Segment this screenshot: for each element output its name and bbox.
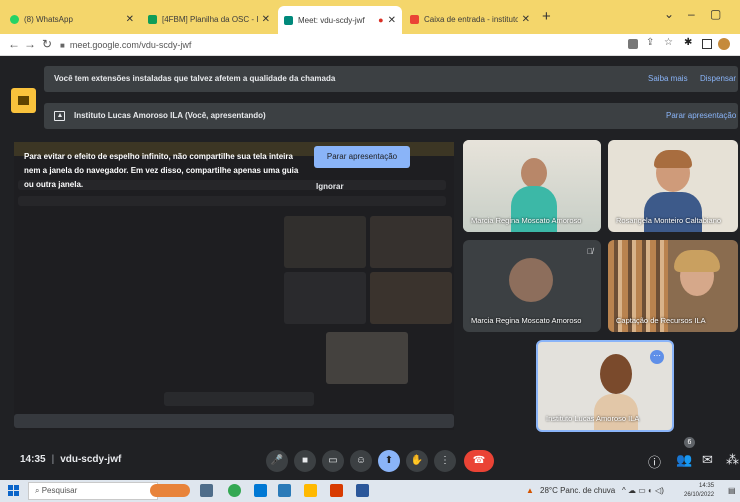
participant-name: Marcia Regina Moscato Amoroso — [471, 316, 582, 325]
extensions-icon[interactable]: ✱ — [684, 37, 692, 48]
people-icon[interactable]: 👥 — [676, 452, 692, 468]
screen: (8) WhatsApp ✕ [4FBM] Planilha da OSC - … — [0, 0, 740, 502]
tab-search-icon[interactable]: ⌄ — [664, 7, 674, 21]
weather-icon: ▲ — [526, 486, 534, 495]
tab-planilha[interactable]: [4FBM] Planilha da OSC - Institu ✕ — [142, 8, 276, 30]
participant-name: Rosangela Monteiro Caltabiano — [616, 216, 722, 225]
raise-hand-button[interactable]: ✋ — [406, 450, 428, 472]
mirror-warning-text: Para evitar o efeito de espelho infinito… — [24, 152, 299, 189]
forward-icon[interactable]: → — [24, 37, 36, 51]
info-icon[interactable]: ⓘ — [648, 452, 661, 471]
ignore-button[interactable]: Ignorar — [316, 182, 344, 191]
participant-body — [511, 186, 557, 232]
system-tray-icons[interactable]: ^ ☁ ▭ ◐ ◁) — [622, 486, 664, 495]
task-view-icon[interactable] — [200, 484, 213, 497]
camera-button[interactable]: ■ — [294, 450, 316, 472]
participant-avatar — [509, 258, 553, 302]
lock-icon: ■ — [60, 41, 65, 50]
taskbar-clock[interactable]: 14:35 26/10/2022 — [684, 482, 714, 500]
back-icon[interactable]: ← — [8, 37, 20, 51]
present-button[interactable]: ⬆ — [378, 450, 400, 472]
chat-icon[interactable]: ✉ — [702, 452, 713, 468]
participant-tile[interactable]: Marcia Regina Moscato Amoroso — [463, 140, 601, 232]
microphone-button[interactable]: 🎤 — [266, 450, 288, 472]
tab-meet[interactable]: Meet: vdu-scdy-jwf ● ✕ — [278, 6, 402, 34]
camera-indicator-icon[interactable] — [628, 39, 638, 49]
leave-call-button[interactable]: ☎ — [464, 450, 494, 472]
participant-body — [594, 394, 638, 430]
participant-name: Marcia Regina Moscato Amoroso — [471, 216, 582, 225]
weather-widget-icon[interactable] — [150, 484, 190, 497]
mic-off-icon: 🎙̸ — [587, 247, 593, 256]
learn-more-link[interactable]: Saiba mais — [648, 66, 688, 92]
gmail-icon — [410, 14, 419, 24]
meeting-details: 14:35 | vdu-scdy-jwf — [20, 454, 122, 465]
present-screen-icon — [54, 111, 65, 121]
sidepanel-icon[interactable] — [702, 39, 712, 49]
weather-status[interactable]: 28°C Panc. de chuva — [540, 486, 615, 495]
meet-icon — [284, 15, 293, 25]
search-icon: ⌕ — [35, 486, 42, 495]
tab-gmail[interactable]: Caixa de entrada - institutoluca ✕ — [404, 8, 536, 30]
activities-icon[interactable]: ⁂ — [726, 452, 739, 468]
participant-tile[interactable]: Rosangela Monteiro Caltabiano — [608, 140, 738, 232]
address-bar[interactable]: ■ meet.google.com/vdu-scdy-jwf — [60, 37, 620, 53]
taskbar-search[interactable]: ⌕ Pesquisar — [28, 482, 158, 500]
more-options-icon[interactable]: ⋯ — [650, 350, 664, 364]
sheets-icon — [148, 14, 157, 24]
participant-name: Instituto Lucas Amoroso ILA — [546, 414, 640, 423]
store-icon[interactable] — [330, 484, 343, 497]
restore-button[interactable]: ▢ — [710, 7, 721, 21]
file-explorer-icon[interactable] — [278, 484, 291, 497]
participant-tile[interactable]: Captação de Recursos ILA — [608, 240, 738, 332]
participant-tile[interactable]: 🎙̸ Marcia Regina Moscato Amoroso — [463, 240, 601, 332]
reload-icon[interactable]: ↻ — [42, 37, 52, 51]
new-tab-button[interactable]: + — [542, 8, 551, 25]
url-text: meet.google.com/vdu-scdy-jwf — [69, 40, 192, 50]
captions-button[interactable]: ▭ — [322, 450, 344, 472]
participant-body — [644, 192, 702, 232]
present-badge[interactable] — [11, 88, 36, 113]
share-icon[interactable]: ⇪ — [646, 37, 654, 48]
meeting-code: vdu-scdy-jwf — [60, 454, 122, 465]
participant-face — [521, 158, 547, 188]
close-icon[interactable]: ✕ — [262, 14, 270, 25]
recording-dot-icon: ● — [378, 15, 384, 25]
windows-taskbar: ⌕ Pesquisar ▲ 28°C Panc. de chuva ^ ☁ ▭ … — [0, 480, 740, 502]
emoji-button[interactable]: ☺ — [350, 450, 372, 472]
meet-call-area: Você tem extensões instaladas que talvez… — [0, 56, 740, 480]
notifications-icon[interactable]: ▤ — [728, 486, 736, 495]
whatsapp-icon — [10, 14, 19, 24]
mail-icon[interactable] — [254, 484, 267, 497]
presenting-banner: Instituto Lucas Amoroso ILA (Você, apres… — [44, 103, 738, 129]
close-icon[interactable]: ✕ — [522, 14, 530, 25]
participant-hair — [674, 250, 720, 272]
windows-start-icon[interactable] — [8, 485, 19, 496]
dismiss-link[interactable]: Dispensar — [700, 66, 736, 92]
more-options-button[interactable]: ⋮ — [434, 450, 456, 472]
star-icon[interactable]: ☆ — [664, 37, 673, 48]
tab-whatsapp[interactable]: (8) WhatsApp ✕ — [4, 8, 140, 30]
close-icon[interactable]: ✕ — [126, 14, 134, 25]
participant-count-badge: 6 — [684, 437, 695, 448]
chrome-icon[interactable] — [228, 484, 241, 497]
participant-name: Captação de Recursos ILA — [616, 316, 706, 325]
word-icon[interactable] — [356, 484, 369, 497]
participant-hair — [654, 150, 692, 168]
browser-tab-strip: (8) WhatsApp ✕ [4FBM] Planilha da OSC - … — [0, 0, 740, 34]
participant-face — [600, 354, 632, 394]
self-view-tile[interactable]: ⋯ Instituto Lucas Amoroso ILA — [536, 340, 674, 432]
close-icon[interactable]: ✕ — [388, 15, 396, 26]
call-time: 14:35 — [20, 454, 46, 465]
stop-presenting-link[interactable]: Parar apresentação — [666, 103, 736, 129]
folder-icon[interactable] — [304, 484, 317, 497]
extension-warning-banner: Você tem extensões instaladas que talvez… — [44, 66, 738, 92]
browser-toolbar: ← → ↻ ■ meet.google.com/vdu-scdy-jwf ⇪ ☆ … — [0, 34, 740, 56]
minimize-button[interactable]: – — [688, 7, 695, 21]
stop-presenting-button[interactable]: Parar apresentação — [314, 146, 410, 168]
call-control-bar: 14:35 | vdu-scdy-jwf 🎤 ■ ▭ ☺ ⬆ ✋ ⋮ ☎ ⓘ 👥 ✉… — [0, 444, 740, 480]
profile-avatar[interactable] — [718, 38, 730, 50]
